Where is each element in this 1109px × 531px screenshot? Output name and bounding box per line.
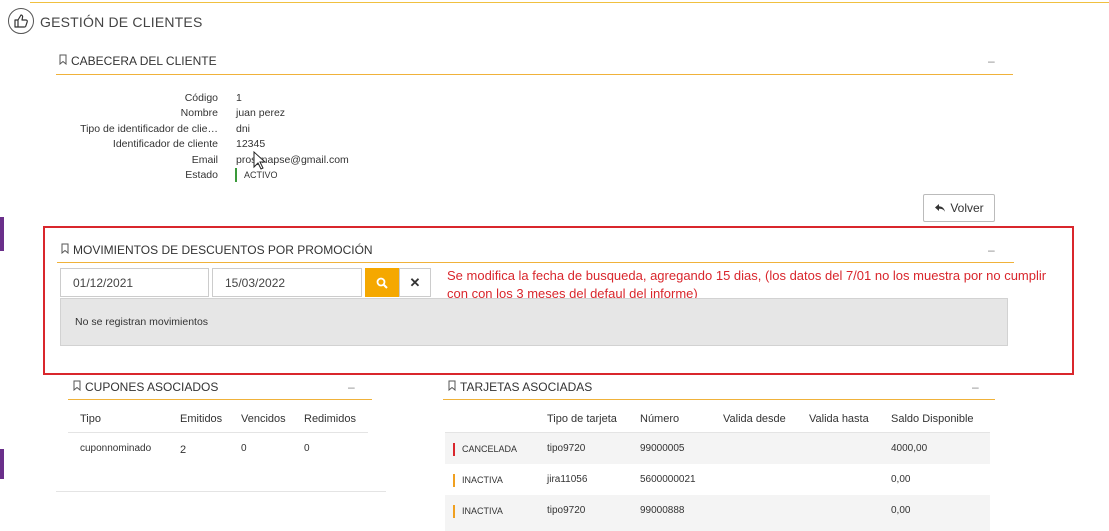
field-row-codigo: Código 1 [68,90,349,106]
column-header-valida-hasta: Valida hasta [809,413,869,425]
cupones-section-header: CUPONES ASOCIADOS [72,380,218,394]
tarjeta-numero: 99000888 [640,505,685,516]
bookmark-icon [447,380,457,394]
cupon-redimidos: 0 [304,443,310,454]
cupon-vencidos: 0 [241,443,247,454]
tarjeta-saldo: 0,00 [891,474,911,485]
status-indicator [453,474,455,487]
bookmark-icon [72,380,82,394]
tarjeta-numero: 99000005 [640,443,685,454]
status-indicator [453,443,455,456]
tarjeta-tipo: tipo9720 [547,443,586,454]
table-row[interactable]: CANCELADA tipo9720 99000005 4000,00 [445,433,990,464]
thumbs-up-icon [8,8,34,34]
status-indicator [235,168,237,183]
movimientos-section-header: MOVIMIENTOS DE DESCUENTOS POR PROMOCIÓN [60,243,373,257]
section-divider [443,399,995,400]
status-badge: ACTIVO [244,170,278,181]
cupones-collapse-button[interactable]: – [348,380,355,394]
section-divider [68,399,372,400]
status-indicator [453,505,455,518]
table-row[interactable]: INACTIVA jira11056 5600000021 0,00 [445,464,990,495]
cabecera-section-header: CABECERA DEL CLIENTE [58,54,217,68]
section-divider [57,262,1014,263]
field-label: Código [184,91,218,104]
section-divider [56,74,1013,75]
table-row[interactable]: INACTIVA tipo9720 99000888 0,00 [445,495,990,531]
column-header-numero: Número [640,413,680,425]
search-icon [376,277,388,289]
page-title: GESTIÓN DE CLIENTES [40,14,203,30]
movimientos-collapse-button[interactable]: – [988,243,995,257]
field-label: Identificador de cliente [112,138,218,151]
tarjeta-saldo: 0,00 [891,505,911,516]
bookmark-icon [58,54,68,68]
sidebar-indicator [0,449,4,479]
cupones-title: CUPONES ASOCIADOS [85,380,219,394]
empty-state-message: No se registran movimientos [60,298,1008,346]
field-row-identificador: Identificador de cliente 12345 [68,137,349,153]
cabecera-title: CABECERA DEL CLIENTE [71,54,217,68]
field-label: Tipo de identificador de clie… [80,122,218,135]
cupon-tipo: cuponnominado [80,443,152,454]
tarjetas-collapse-button[interactable]: – [972,380,979,394]
tarjetas-section-header: TARJETAS ASOCIADAS [447,380,592,394]
column-header-saldo: Saldo Disponible [891,413,974,425]
tarjetas-title: TARJETAS ASOCIADAS [460,380,593,394]
field-label: Nombre [180,107,218,120]
tarjeta-saldo: 4000,00 [891,443,928,454]
mouse-cursor-icon [253,151,267,170]
field-value: 12345 [236,138,266,151]
volver-label: Volver [950,201,984,215]
table-row: cuponnominado 2 0 0 [68,433,368,465]
sidebar-indicator [0,217,4,251]
volver-button[interactable]: Volver [923,194,995,222]
tarjeta-estado: CANCELADA [462,444,518,454]
tarjeta-estado: INACTIVA [462,506,503,516]
field-row-tipo-identificador: Tipo de identificador de clie… dni [68,121,349,137]
reply-arrow-icon [935,204,946,212]
tarjeta-tipo: jira11056 [547,474,588,485]
field-row-nombre: Nombre juan perez [68,106,349,122]
tarjeta-numero: 5600000021 [640,474,696,485]
field-label: Estado [185,169,218,182]
bookmark-icon [60,243,70,257]
column-header-redimidos: Redimidos [304,413,356,425]
date-to-input[interactable]: 15/03/2022 [212,268,362,297]
top-accent-line [30,2,1109,3]
tarjeta-estado: INACTIVA [462,475,503,485]
field-row-estado: Estado ACTIVO [68,168,349,184]
cupon-emitidos: 2 [180,444,187,456]
field-label: Email [191,153,218,166]
date-from-input[interactable]: 01/12/2021 [60,268,209,297]
column-header-tipo: Tipo [80,413,101,425]
client-details: Código 1 Nombre juan perez Tipo de ident… [68,90,349,183]
movimientos-title: MOVIMIENTOS DE DESCUENTOS POR PROMOCIÓN [73,243,373,257]
column-header-tipo-tarjeta: Tipo de tarjeta [547,413,617,425]
field-value: 1 [236,91,242,104]
cabecera-collapse-button[interactable]: – [988,54,995,68]
tarjeta-tipo: tipo9720 [547,505,586,516]
field-row-email: Email prosynapse@gmail.com [68,152,349,168]
search-button[interactable] [365,268,399,297]
clear-button[interactable]: ✕ [399,268,431,297]
field-value: juan perez [236,107,286,120]
field-value: dni [236,122,251,135]
column-header-valida-desde: Valida desde [723,413,786,425]
panel-bottom-divider [56,491,386,492]
column-header-emitidos: Emitidos [180,413,223,425]
column-header-vencidos: Vencidos [241,413,286,425]
